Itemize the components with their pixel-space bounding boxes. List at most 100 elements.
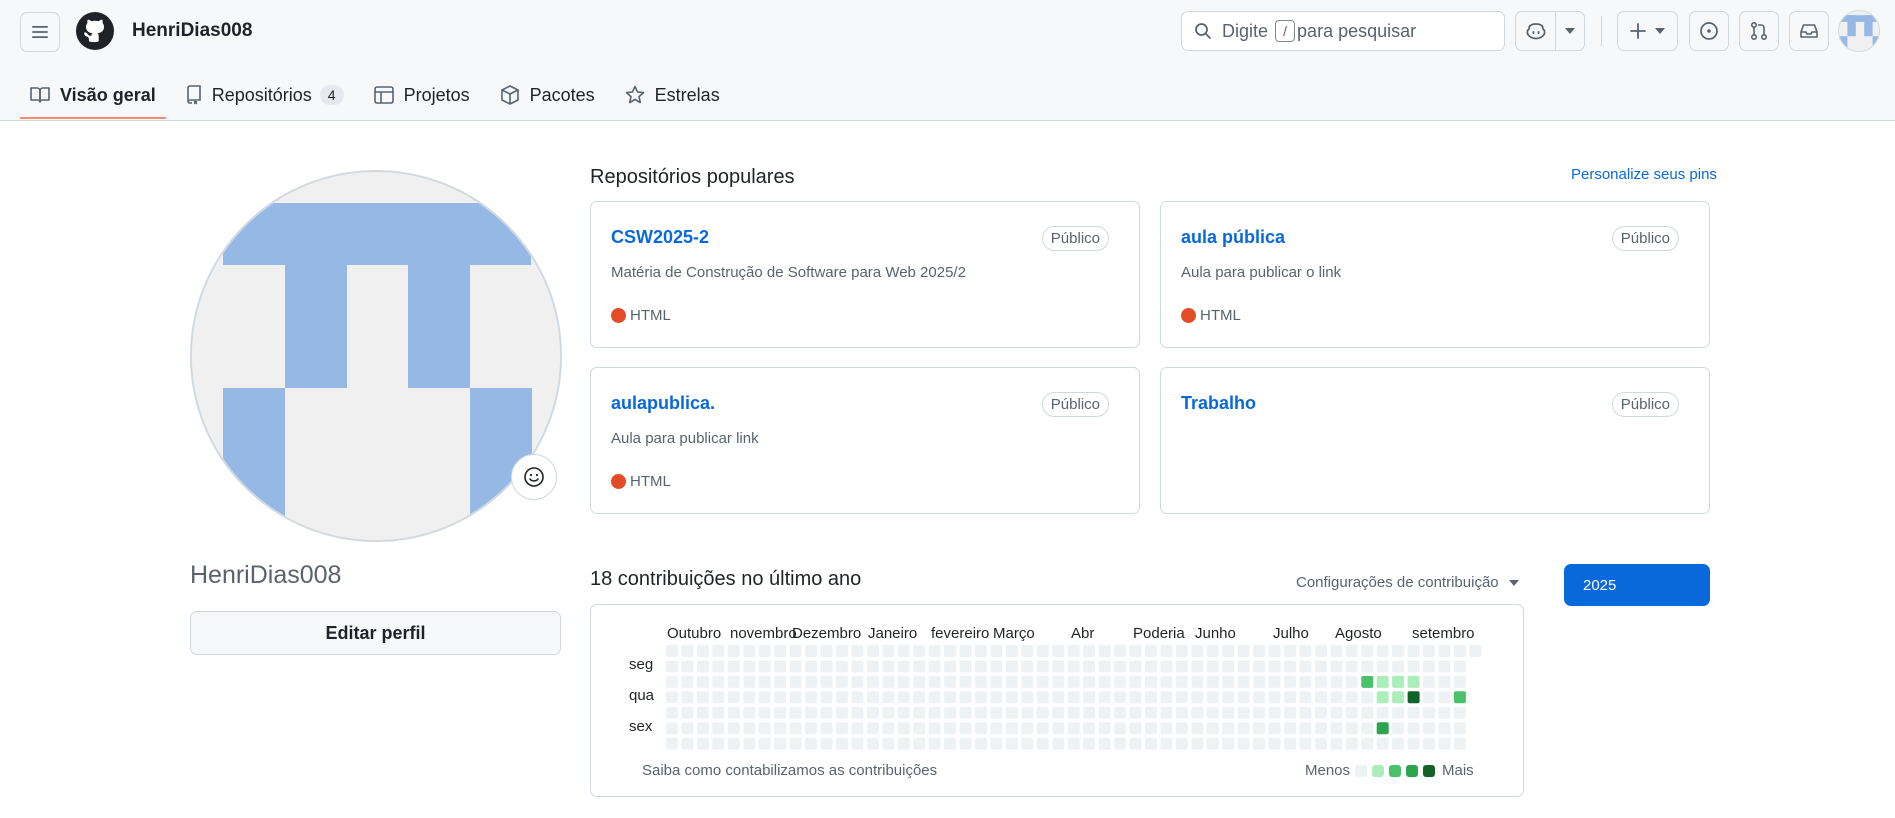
contribution-day-cell[interactable]	[1129, 706, 1142, 719]
contribution-day-cell[interactable]	[1052, 645, 1065, 657]
menu-button[interactable]	[20, 12, 60, 52]
contribution-day-cell[interactable]	[1005, 675, 1018, 688]
contribution-day-cell[interactable]	[1407, 722, 1420, 735]
contribution-day-cell[interactable]	[866, 675, 879, 688]
contribution-day-cell[interactable]	[1314, 675, 1327, 688]
contribution-day-cell[interactable]	[959, 675, 972, 688]
contribution-day-cell[interactable]	[1191, 722, 1204, 735]
contribution-day-cell[interactable]	[913, 722, 926, 735]
contribution-day-cell[interactable]	[1423, 722, 1435, 735]
contribution-day-cell[interactable]	[1453, 675, 1466, 688]
contribution-day-cell[interactable]	[1237, 660, 1250, 673]
contribution-day-cell[interactable]	[743, 722, 756, 735]
contribution-day-cell[interactable]	[727, 737, 740, 750]
contribution-day-cell[interactable]	[805, 706, 817, 719]
contribution-day-cell[interactable]	[1345, 722, 1358, 735]
contribution-day-cell[interactable]	[696, 691, 709, 704]
contribution-day-cell[interactable]	[789, 660, 802, 673]
contribution-day-cell[interactable]	[774, 691, 787, 704]
contribution-day-cell[interactable]	[990, 691, 1003, 704]
contribution-day-cell[interactable]	[820, 660, 833, 673]
contribution-day-cell[interactable]	[1114, 675, 1126, 688]
contribution-day-cell[interactable]	[789, 737, 802, 750]
contribution-day-cell[interactable]	[758, 660, 771, 673]
contribution-day-cell[interactable]	[1423, 706, 1435, 719]
contribution-day-cell[interactable]	[1268, 722, 1281, 735]
year-2025-button[interactable]: 2025	[1564, 564, 1710, 606]
contribution-day-cell[interactable]	[897, 737, 910, 750]
contribution-day-cell[interactable]	[1206, 660, 1219, 673]
contribution-day-cell[interactable]	[913, 660, 926, 673]
contribution-day-cell[interactable]	[696, 675, 709, 688]
contributions-help-link[interactable]: Saiba como contabilizamos as contribuiçõ…	[642, 762, 937, 779]
contribution-day-cell[interactable]	[975, 691, 987, 704]
contribution-day-cell[interactable]	[1145, 645, 1157, 657]
contribution-day-cell[interactable]	[1237, 645, 1250, 657]
contribution-day-cell[interactable]	[727, 660, 740, 673]
contribution-day-cell[interactable]	[805, 675, 817, 688]
contribution-day-cell[interactable]	[990, 660, 1003, 673]
contribution-day-cell[interactable]	[743, 691, 756, 704]
contribution-day-cell[interactable]	[696, 645, 709, 657]
contribution-day-cell[interactable]	[835, 722, 848, 735]
contribution-day-cell[interactable]	[774, 706, 787, 719]
contribution-day-cell[interactable]	[1253, 706, 1266, 719]
contribution-day-cell[interactable]	[1253, 737, 1266, 750]
contribution-day-cell[interactable]	[1222, 706, 1235, 719]
contribution-day-cell[interactable]	[1175, 645, 1188, 657]
contribution-day-cell[interactable]	[897, 675, 910, 688]
contribution-day-cell[interactable]	[1361, 675, 1374, 688]
contribution-day-cell[interactable]	[1129, 722, 1142, 735]
contribution-day-cell[interactable]	[1067, 722, 1080, 735]
contribution-day-cell[interactable]	[681, 645, 694, 657]
contribution-day-cell[interactable]	[1145, 706, 1157, 719]
contribution-day-cell[interactable]	[1438, 706, 1451, 719]
contribution-day-cell[interactable]	[1392, 722, 1405, 735]
contribution-day-cell[interactable]	[835, 691, 848, 704]
repo-name-link[interactable]: aula pública	[1181, 227, 1285, 248]
contribution-day-cell[interactable]	[959, 737, 972, 750]
contribution-day-cell[interactable]	[990, 706, 1003, 719]
contribution-day-cell[interactable]	[789, 675, 802, 688]
contribution-day-cell[interactable]	[1206, 722, 1219, 735]
contribution-day-cell[interactable]	[1067, 660, 1080, 673]
contribution-day-cell[interactable]	[1005, 660, 1018, 673]
contribution-day-cell[interactable]	[712, 691, 725, 704]
contribution-day-cell[interactable]	[975, 675, 987, 688]
contribution-day-cell[interactable]	[1191, 645, 1204, 657]
contribution-day-cell[interactable]	[789, 706, 802, 719]
contribution-day-cell[interactable]	[727, 722, 740, 735]
contribution-day-cell[interactable]	[959, 660, 972, 673]
contribution-day-cell[interactable]	[758, 722, 771, 735]
contribution-day-cell[interactable]	[897, 691, 910, 704]
contribution-day-cell[interactable]	[666, 675, 678, 688]
contribution-day-cell[interactable]	[913, 675, 926, 688]
contribution-day-cell[interactable]	[1083, 737, 1096, 750]
contribution-day-cell[interactable]	[1052, 722, 1065, 735]
contribution-day-cell[interactable]	[1330, 675, 1343, 688]
contribution-day-cell[interactable]	[1098, 722, 1111, 735]
contribution-day-cell[interactable]	[774, 737, 787, 750]
contribution-day-cell[interactable]	[1191, 706, 1204, 719]
contribution-day-cell[interactable]	[820, 645, 833, 657]
contribution-day-cell[interactable]	[1345, 691, 1358, 704]
inbox-button[interactable]	[1789, 11, 1829, 51]
contribution-day-cell[interactable]	[882, 737, 895, 750]
contribution-day-cell[interactable]	[1021, 675, 1034, 688]
contribution-day-cell[interactable]	[1438, 737, 1451, 750]
contribution-day-cell[interactable]	[1407, 675, 1420, 688]
contribution-day-cell[interactable]	[1314, 737, 1327, 750]
contribution-day-cell[interactable]	[1237, 722, 1250, 735]
contribution-day-cell[interactable]	[1005, 645, 1018, 657]
contribution-day-cell[interactable]	[1160, 706, 1173, 719]
contribution-day-cell[interactable]	[959, 645, 972, 657]
contribution-day-cell[interactable]	[1361, 706, 1374, 719]
profile-avatar[interactable]	[190, 170, 562, 542]
contribution-day-cell[interactable]	[1253, 645, 1266, 657]
contribution-settings-dropdown[interactable]: Configurações de contribuição	[1296, 574, 1519, 591]
contribution-day-cell[interactable]	[666, 660, 678, 673]
contribution-day-cell[interactable]	[1145, 737, 1157, 750]
edit-profile-button[interactable]: Editar perfil	[190, 611, 561, 655]
contribution-day-cell[interactable]	[1114, 660, 1126, 673]
contribution-day-cell[interactable]	[774, 645, 787, 657]
